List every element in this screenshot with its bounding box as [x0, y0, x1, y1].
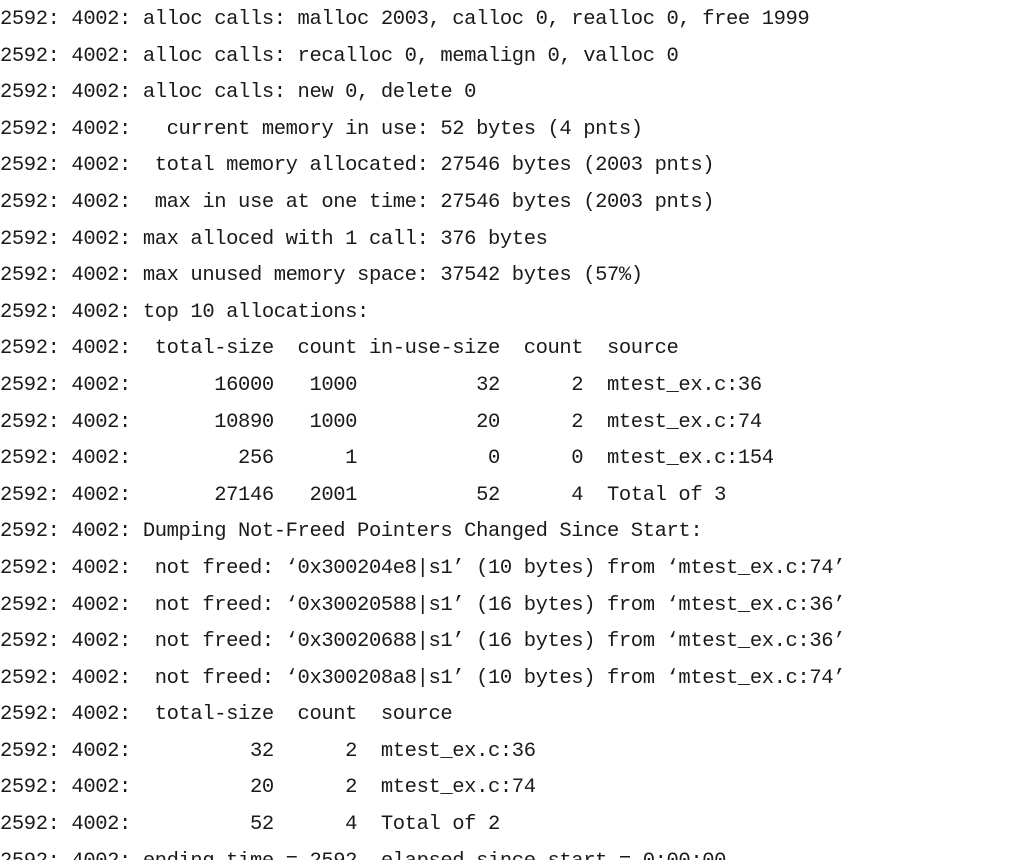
log-line-not-freed-total: 2592: 4002: 52 4 Total of 2 — [0, 813, 500, 837]
log-line-alloc-calls-new: 2592: 4002: alloc calls: new 0, delete 0 — [0, 81, 477, 105]
memory-log-output: 2592: 4002: alloc calls: malloc 2003, ca… — [0, 0, 1033, 860]
log-line-not-freed-row: 2592: 4002: 20 2 mtest_ex.c:74 — [0, 776, 536, 800]
log-line-allocations-row: 2592: 4002: 256 1 0 0 mtest_ex.c:154 — [0, 447, 774, 471]
log-line-ending-time: 2592: 4002: ending time = 2592, elapsed … — [0, 844, 1033, 860]
log-line-max-alloced: 2592: 4002: max alloced with 1 call: 376… — [0, 227, 548, 251]
log-line-max-unused: 2592: 4002: max unused memory space: 375… — [0, 264, 643, 288]
log-line-not-freed-table-header: 2592: 4002: total-size count source — [0, 703, 453, 727]
log-line-alloc-calls-malloc: 2592: 4002: alloc calls: malloc 2003, ca… — [0, 8, 810, 31]
log-line-total-allocated: 2592: 4002: total memory allocated: 2754… — [0, 154, 715, 178]
log-line-allocations-total: 2592: 4002: 27146 2001 52 4 Total of 3 — [0, 483, 727, 507]
log-line-top-allocations-heading: 2592: 4002: top 10 allocations: — [0, 300, 369, 324]
log-line-allocations-table-header: 2592: 4002: total-size count in-use-size… — [0, 337, 679, 361]
log-line-not-freed: 2592: 4002: not freed: ‘0x30020688|s1’ (… — [0, 630, 846, 654]
log-line-allocations-row: 2592: 4002: 16000 1000 32 2 mtest_ex.c:3… — [0, 373, 762, 397]
log-line-current-memory: 2592: 4002: current memory in use: 52 by… — [0, 117, 643, 141]
log-line-not-freed: 2592: 4002: not freed: ‘0x30020588|s1’ (… — [0, 593, 846, 617]
log-line-not-freed: 2592: 4002: not freed: ‘0x300204e8|s1’ (… — [0, 556, 846, 580]
log-line-not-freed-row: 2592: 4002: 32 2 mtest_ex.c:36 — [0, 739, 536, 763]
log-line-allocations-row: 2592: 4002: 10890 1000 20 2 mtest_ex.c:7… — [0, 410, 762, 434]
log-line-alloc-calls-recalloc: 2592: 4002: alloc calls: recalloc 0, mem… — [0, 44, 679, 68]
log-line-dumping-heading: 2592: 4002: Dumping Not-Freed Pointers C… — [0, 520, 703, 544]
log-line-max-in-use: 2592: 4002: max in use at one time: 2754… — [0, 190, 715, 214]
log-line-not-freed: 2592: 4002: not freed: ‘0x300208a8|s1’ (… — [0, 666, 846, 690]
